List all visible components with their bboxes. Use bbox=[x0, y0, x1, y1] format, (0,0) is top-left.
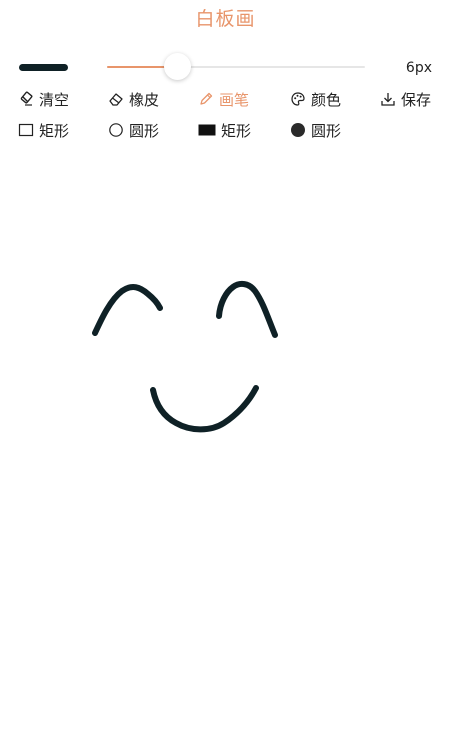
circle-filled-icon bbox=[290, 122, 306, 138]
pencil-label: 画笔 bbox=[219, 90, 250, 109]
circle-outline-button[interactable]: 圆形 bbox=[108, 119, 159, 141]
save-button[interactable]: 保存 bbox=[380, 88, 431, 110]
circle-filled-button[interactable]: 圆形 bbox=[290, 119, 341, 141]
rectangle-filled-button[interactable]: 矩形 bbox=[198, 119, 251, 141]
circle-filled-label: 圆形 bbox=[311, 121, 342, 140]
rectangle-outline-label: 矩形 bbox=[39, 121, 70, 140]
drawing-canvas[interactable] bbox=[0, 150, 451, 748]
clear-icon bbox=[18, 91, 34, 107]
eraser-icon bbox=[108, 91, 124, 107]
clear-button[interactable]: 清空 bbox=[18, 88, 69, 110]
color-label: 颜色 bbox=[311, 90, 342, 109]
palette-icon bbox=[290, 91, 306, 107]
brush-size-slider[interactable] bbox=[107, 52, 365, 82]
pencil-button[interactable]: 画笔 bbox=[198, 88, 249, 110]
eraser-button[interactable]: 橡皮 bbox=[108, 88, 159, 110]
stroke-width-preview bbox=[19, 64, 68, 71]
eraser-label: 橡皮 bbox=[129, 90, 160, 109]
rectangle-filled-icon bbox=[198, 122, 216, 138]
rectangle-outline-icon bbox=[18, 122, 34, 138]
circle-outline-label: 圆形 bbox=[129, 121, 160, 140]
circle-outline-icon bbox=[108, 122, 124, 138]
clear-label: 清空 bbox=[39, 90, 70, 109]
right-eye-stroke bbox=[216, 280, 278, 338]
page-title: 白板画 bbox=[195, 8, 256, 30]
smile-stroke bbox=[150, 385, 259, 433]
slider-thumb[interactable] bbox=[164, 53, 191, 80]
download-icon bbox=[380, 91, 396, 107]
rectangle-filled-label: 矩形 bbox=[221, 121, 252, 140]
left-eye-stroke bbox=[92, 284, 163, 336]
brush-size-value: 6px bbox=[405, 60, 432, 76]
save-label: 保存 bbox=[401, 90, 432, 109]
color-button[interactable]: 颜色 bbox=[290, 88, 341, 110]
pencil-icon bbox=[198, 91, 214, 107]
rectangle-outline-button[interactable]: 矩形 bbox=[18, 119, 69, 141]
